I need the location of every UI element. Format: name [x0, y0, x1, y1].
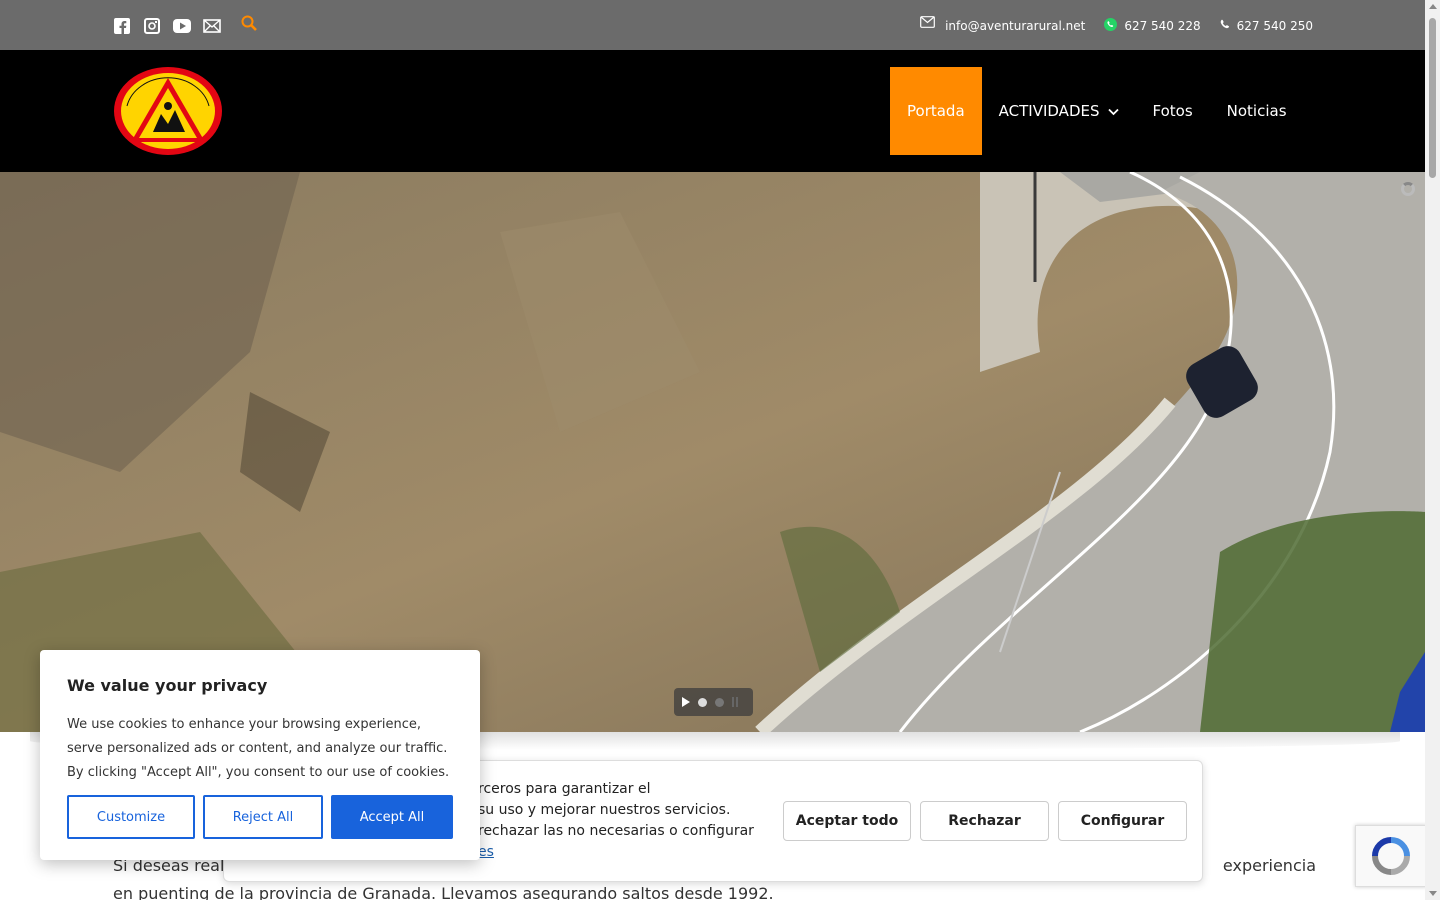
scroll-thumb[interactable]: [1429, 18, 1436, 178]
nav-noticias[interactable]: Noticias: [1210, 67, 1304, 155]
intro-line2: en puenting de la provincia de Granada. …: [113, 884, 774, 900]
cookie-banner-buttons: Aceptar todo Rechazar Configurar: [783, 801, 1187, 841]
hero-image: [0, 172, 1425, 732]
whatsapp-contact[interactable]: 627 540 228: [1103, 12, 1201, 35]
nav-portada[interactable]: Portada: [890, 67, 982, 155]
scroll-down-icon[interactable]: [1429, 891, 1437, 896]
phone-icon: [1219, 14, 1231, 34]
phone-contact[interactable]: 627 540 250: [1219, 14, 1313, 34]
nav-fotos-label: Fotos: [1152, 102, 1193, 120]
reject-all-button[interactable]: Reject All: [203, 795, 323, 839]
accept-all-button[interactable]: Accept All: [331, 795, 453, 839]
top-bar: info@aventurarural.net 627 540 228 627 5…: [0, 0, 1425, 50]
loading-icon: [1401, 182, 1415, 196]
cookie-policy-link[interactable]: es: [478, 844, 494, 860]
social-links: [113, 17, 221, 35]
main-nav: Portada ACTIVIDADES Fotos Noticias: [890, 67, 1304, 155]
mail-icon[interactable]: [203, 17, 221, 35]
email-link[interactable]: info@aventurarural.net: [945, 19, 1085, 33]
instagram-icon[interactable]: [143, 17, 161, 35]
nav-actividades-label: ACTIVIDADES: [998, 102, 1100, 120]
recaptcha-badge[interactable]: [1355, 825, 1427, 887]
slide-dot-1[interactable]: [698, 697, 707, 707]
recaptcha-icon: [1372, 837, 1410, 875]
privacy-buttons: Customize Reject All Accept All: [67, 795, 453, 839]
email-contact[interactable]: info@aventurarural.net: [920, 15, 1085, 33]
scroll-up-icon[interactable]: [1429, 4, 1437, 9]
rechazar-button[interactable]: Rechazar: [920, 801, 1049, 841]
hero-slider: [0, 172, 1425, 732]
site-header: Portada ACTIVIDADES Fotos Noticias: [0, 50, 1425, 172]
privacy-text: We use cookies to enhance your browsing …: [67, 717, 450, 780]
page-scrollbar[interactable]: [1425, 0, 1440, 900]
nav-noticias-label: Noticias: [1226, 102, 1287, 120]
configurar-button[interactable]: Configurar: [1058, 801, 1187, 841]
pause-icon[interactable]: [732, 697, 738, 707]
privacy-title: We value your privacy: [67, 676, 268, 695]
whatsapp-icon: [1103, 12, 1118, 35]
nav-fotos[interactable]: Fotos: [1136, 67, 1210, 155]
phone-number[interactable]: 627 540 250: [1237, 19, 1313, 33]
facebook-icon[interactable]: [113, 17, 131, 35]
play-icon[interactable]: [682, 697, 690, 707]
intro-line1-end: experiencia: [1222, 856, 1316, 875]
contact-info: info@aventurarural.net 627 540 228 627 5…: [920, 12, 1313, 35]
nav-actividades[interactable]: ACTIVIDADES: [982, 67, 1136, 155]
customize-button[interactable]: Customize: [67, 795, 195, 839]
whatsapp-number[interactable]: 627 540 228: [1124, 19, 1200, 33]
privacy-popup: We value your privacy We use cookies to …: [40, 650, 480, 860]
search-icon[interactable]: [241, 15, 258, 36]
aceptar-todo-button[interactable]: Aceptar todo: [783, 801, 911, 841]
slide-dot-2[interactable]: [715, 697, 724, 707]
slider-controls: [674, 688, 753, 716]
nav-portada-label: Portada: [907, 102, 965, 120]
chevron-down-icon: [1107, 102, 1119, 120]
site-logo[interactable]: [113, 66, 223, 156]
youtube-icon[interactable]: [173, 17, 191, 35]
envelope-icon: [920, 15, 935, 31]
